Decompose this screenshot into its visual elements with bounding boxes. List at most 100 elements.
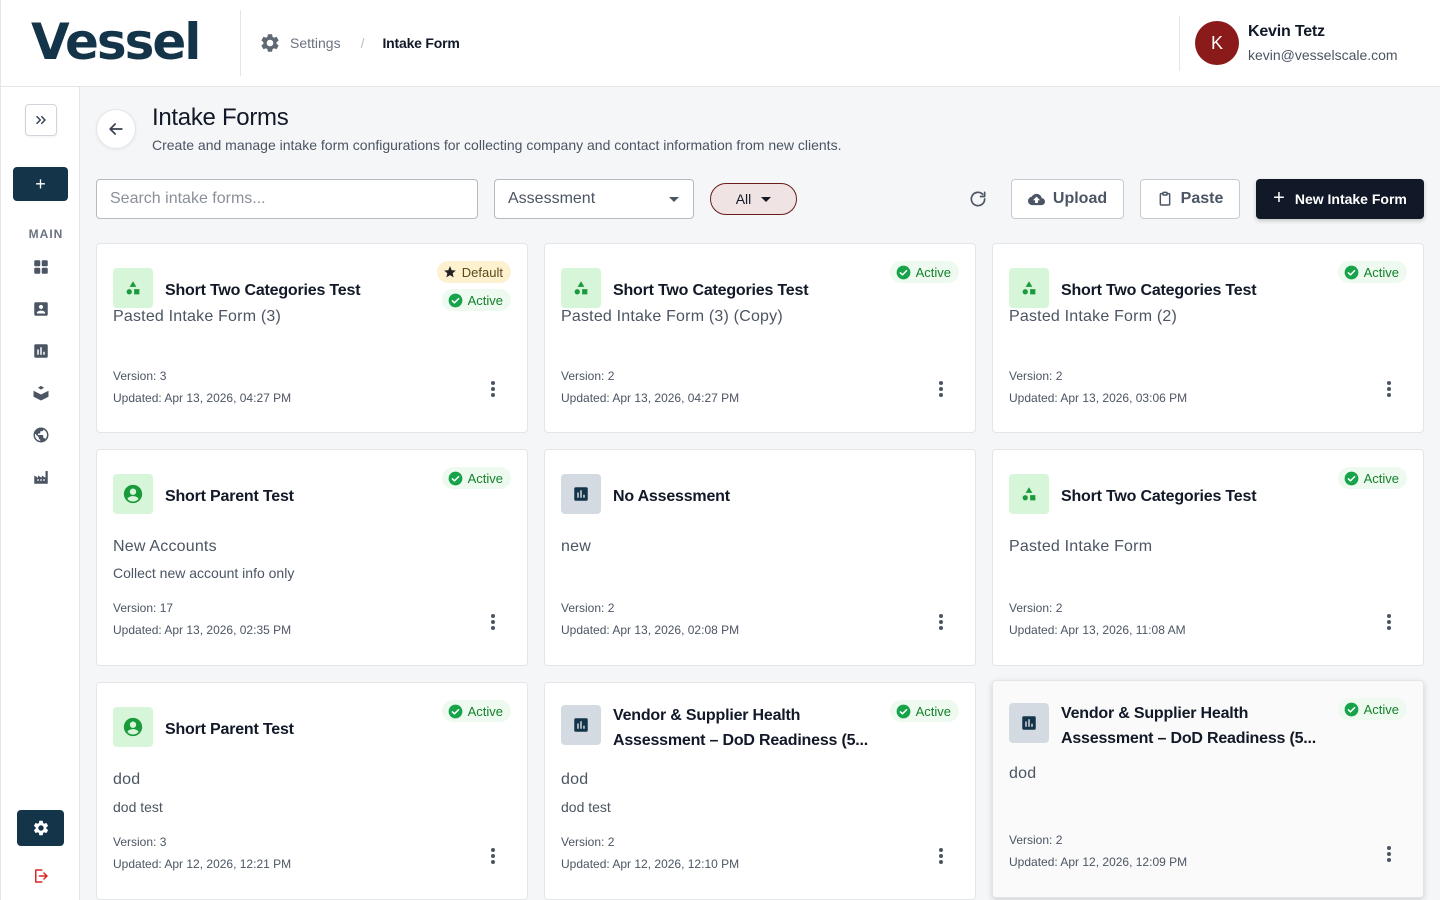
intake-form-card[interactable]: Short Two Categories Test Default Active Pa… xyxy=(96,243,528,433)
more-options-icon[interactable] xyxy=(1385,844,1393,864)
globe-icon[interactable] xyxy=(31,425,51,445)
check-circle-icon xyxy=(1344,702,1358,716)
card-updated: Updated: Apr 13, 2026, 03:06 PM xyxy=(1009,391,1188,405)
card-version: Version: 2 xyxy=(1009,833,1063,847)
paste-button[interactable]: Paste xyxy=(1140,179,1240,219)
breadcrumb-current: Intake Form xyxy=(382,35,460,51)
card-form-name: New Accounts xyxy=(113,538,217,555)
more-options-icon[interactable] xyxy=(489,846,497,866)
caret-down-icon xyxy=(761,196,772,202)
user-email: kevin@vesselscale.com xyxy=(1248,47,1398,63)
back-button[interactable] xyxy=(96,109,136,149)
card-version: Version: 3 xyxy=(113,835,167,849)
contacts-icon[interactable] xyxy=(31,299,51,319)
card-form-name: new xyxy=(561,538,591,555)
card-description: Collect new account info only xyxy=(113,565,295,581)
header-divider xyxy=(240,10,241,76)
cloud-upload-icon xyxy=(1027,193,1045,205)
chart-icon[interactable] xyxy=(31,341,51,361)
active-badge: Active xyxy=(889,261,959,283)
card-version: Version: 17 xyxy=(113,601,174,615)
expand-sidebar-button[interactable] xyxy=(25,104,57,136)
intake-form-card[interactable]: Short Two Categories Test Active Pasted In… xyxy=(992,243,1424,433)
card-description: dod test xyxy=(113,799,163,815)
intake-form-card[interactable]: Short Parent Test Active dod dod test Versio… xyxy=(96,682,528,900)
bar-chart-icon xyxy=(561,705,601,745)
check-circle-icon xyxy=(1344,265,1358,279)
logout-icon[interactable] xyxy=(31,866,51,886)
more-options-icon[interactable] xyxy=(489,379,497,399)
shapes-icon xyxy=(1009,474,1049,514)
more-options-icon[interactable] xyxy=(937,379,945,399)
more-options-icon[interactable] xyxy=(1385,379,1393,399)
more-options-icon[interactable] xyxy=(937,612,945,632)
card-updated: Updated: Apr 12, 2026, 12:21 PM xyxy=(113,857,292,871)
active-badge: Active xyxy=(1337,261,1407,283)
search-input[interactable] xyxy=(96,179,478,219)
active-badge-label: Active xyxy=(1363,701,1399,717)
sidebar-settings-button[interactable] xyxy=(17,810,64,846)
card-updated: Updated: Apr 13, 2026, 02:35 PM xyxy=(113,623,292,637)
card-version: Version: 2 xyxy=(561,835,615,849)
card-form-name: Pasted Intake Form (2) xyxy=(1009,308,1178,325)
status-filter-label: All xyxy=(735,191,752,207)
bar-chart-icon xyxy=(1009,703,1049,743)
check-circle-icon xyxy=(448,293,462,307)
active-badge-label: Active xyxy=(467,470,503,486)
card-form-name: Pasted Intake Form (3) xyxy=(113,308,282,325)
breadcrumb-settings[interactable]: Settings xyxy=(290,35,341,51)
intake-form-card[interactable]: Short Two Categories Test Active Pasted In… xyxy=(544,243,976,433)
active-badge-label: Active xyxy=(467,292,503,308)
bar-chart-icon xyxy=(561,474,601,514)
refresh-button[interactable] xyxy=(966,187,990,211)
check-circle-icon xyxy=(896,704,910,718)
check-circle-icon xyxy=(1344,471,1358,485)
card-title: No Assessment xyxy=(613,488,730,505)
star-icon xyxy=(443,266,456,278)
account-icon xyxy=(113,707,153,747)
dashboard-icon[interactable] xyxy=(31,257,51,277)
card-title: Short Two Categories Test xyxy=(613,282,809,299)
intake-form-card[interactable]: Vendor & Supplier Health Assessment – Do… xyxy=(544,682,976,900)
check-circle-icon xyxy=(448,704,462,718)
gear-icon xyxy=(33,820,48,836)
card-title: Short Parent Test xyxy=(165,721,294,738)
active-badge: Active xyxy=(889,700,959,722)
page-title: Intake Forms xyxy=(152,104,289,131)
caret-down-icon xyxy=(669,197,679,202)
user-divider xyxy=(1179,16,1180,71)
upload-button[interactable]: Upload xyxy=(1011,179,1124,219)
factory-icon[interactable] xyxy=(31,467,51,487)
intake-form-card[interactable]: Short Parent Test Active New Accounts Colle… xyxy=(96,449,528,666)
upload-label: Upload xyxy=(1052,190,1108,207)
intake-form-card[interactable]: No Assessment new Version: 2 Updated: Apr 1… xyxy=(544,449,976,666)
plus-icon: + xyxy=(1273,186,1285,209)
card-title: Vendor & Supplier Health Assessment – Do… xyxy=(1061,705,1317,747)
more-options-icon[interactable] xyxy=(1385,612,1393,632)
vessel-logo[interactable]: Vessel xyxy=(31,10,201,74)
new-intake-form-button[interactable]: + New Intake Form xyxy=(1256,179,1424,219)
sidebar: + MAIN xyxy=(0,87,80,900)
default-badge-label: Default xyxy=(461,264,503,280)
top-header: Vessel Settings / Intake Form K Kevin Te… xyxy=(0,0,1440,87)
sidebar-add-button[interactable]: + xyxy=(13,167,68,201)
check-circle-icon xyxy=(896,265,910,279)
status-filter-button[interactable]: All xyxy=(710,183,797,215)
avatar[interactable]: K xyxy=(1195,21,1239,65)
card-updated: Updated: Apr 12, 2026, 12:10 PM xyxy=(561,857,740,871)
active-badge-label: Active xyxy=(915,703,951,719)
card-title: Short Two Categories Test xyxy=(165,282,361,299)
card-form-name: dod xyxy=(561,771,589,788)
more-options-icon[interactable] xyxy=(937,846,945,866)
more-options-icon[interactable] xyxy=(489,612,497,632)
check-circle-icon xyxy=(448,471,462,485)
intake-form-card[interactable]: Short Two Categories Test Active Pasted In… xyxy=(992,449,1424,666)
intake-form-card[interactable]: Vendor & Supplier Health Assessment – Do… xyxy=(992,680,1424,898)
active-badge: Active xyxy=(441,289,511,311)
category-filter-select[interactable]: Assessment xyxy=(494,179,694,219)
hands-icon[interactable] xyxy=(31,383,51,403)
card-version: Version: 3 xyxy=(113,369,167,383)
card-description: dod test xyxy=(561,799,611,815)
card-version: Version: 2 xyxy=(561,369,615,383)
card-updated: Updated: Apr 13, 2026, 02:08 PM xyxy=(561,623,740,637)
